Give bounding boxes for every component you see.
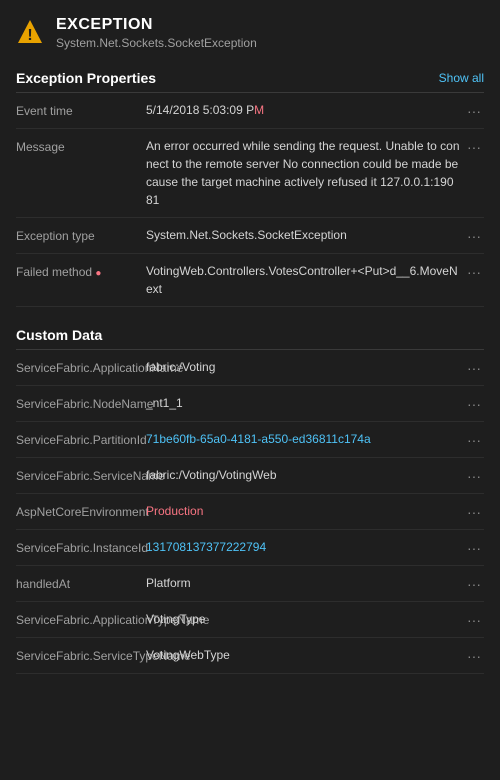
custom-data-title: Custom Data: [16, 327, 102, 343]
property-key-failedmethod: Failed method ●: [16, 262, 146, 281]
property-value-message: An error occurred while sending the requ…: [146, 137, 460, 209]
exception-properties-title: Exception Properties: [16, 70, 156, 86]
property-key-servicetypename: ServiceFabric.ServiceTypeName: [16, 646, 146, 665]
property-value-exceptiontype: System.Net.Sockets.SocketException: [146, 226, 460, 244]
header-text-block: EXCEPTION System.Net.Sockets.SocketExcep…: [56, 16, 257, 50]
table-row: ServiceFabric.ServiceTypeName VotingWebT…: [16, 638, 484, 674]
more-options-button[interactable]: ···: [460, 394, 484, 412]
property-value-nodename: _nt1_1: [146, 394, 460, 412]
more-options-button[interactable]: ···: [460, 646, 484, 664]
section-header-customdata: Custom Data: [16, 319, 484, 349]
property-value-instanceid: 131708137377222794: [146, 538, 460, 556]
property-value-appname: fabric:/Voting: [146, 358, 460, 376]
table-row: ServiceFabric.NodeName _nt1_1 ···: [16, 386, 484, 422]
custom-data-section: Custom Data ServiceFabric.ApplicationNam…: [0, 319, 500, 674]
property-value-eventtime: 5/14/2018 5:03:09 PM: [146, 101, 460, 119]
more-options-button[interactable]: ···: [460, 574, 484, 592]
warning-icon: !: [16, 18, 44, 46]
more-options-button[interactable]: ···: [460, 538, 484, 556]
section-header-exception: Exception Properties Show all: [16, 62, 484, 92]
property-key-message: Message: [16, 137, 146, 156]
table-row: Message An error occurred while sending …: [16, 129, 484, 218]
exception-header: ! EXCEPTION System.Net.Sockets.SocketExc…: [0, 0, 500, 62]
property-value-servicename: fabric:/Voting/VotingWeb: [146, 466, 460, 484]
table-row: Failed method ● VotingWeb.Controllers.Vo…: [16, 254, 484, 307]
exception-properties-section: Exception Properties Show all Event time…: [0, 62, 500, 307]
exception-subtitle: System.Net.Sockets.SocketException: [56, 36, 257, 50]
property-key-aspnetenv: AspNetCoreEnvironment: [16, 502, 146, 521]
table-row: ServiceFabric.InstanceId 131708137377222…: [16, 530, 484, 566]
more-options-button[interactable]: ···: [460, 466, 484, 484]
more-options-button[interactable]: ···: [460, 610, 484, 628]
table-row: ServiceFabric.PartitionId 71be60fb-65a0-…: [16, 422, 484, 458]
table-row: Event time 5/14/2018 5:03:09 PM ···: [16, 93, 484, 129]
property-key-partitionid: ServiceFabric.PartitionId: [16, 430, 146, 449]
table-row: AspNetCoreEnvironment Production ···: [16, 494, 484, 530]
property-value-handledat: Platform: [146, 574, 460, 592]
table-row: Exception type System.Net.Sockets.Socket…: [16, 218, 484, 254]
property-key-instanceid: ServiceFabric.InstanceId: [16, 538, 146, 557]
table-row: ServiceFabric.ApplicationName fabric:/Vo…: [16, 350, 484, 386]
property-value-aspnetenv: Production: [146, 502, 460, 520]
property-value-servicetypename: VotingWebType: [146, 646, 460, 664]
property-value-partitionid: 71be60fb-65a0-4181-a550-ed36811c174a: [146, 430, 460, 448]
property-value-failedmethod: VotingWeb.Controllers.VotesController+<P…: [146, 262, 460, 298]
svg-text:!: !: [27, 27, 32, 44]
property-key-nodename: ServiceFabric.NodeName: [16, 394, 146, 413]
more-options-button[interactable]: ···: [460, 502, 484, 520]
table-row: ServiceFabric.ApplicationTypeName Voting…: [16, 602, 484, 638]
more-options-button[interactable]: ···: [460, 101, 484, 119]
table-row: handledAt Platform ···: [16, 566, 484, 602]
property-key-apptypename: ServiceFabric.ApplicationTypeName: [16, 610, 146, 629]
show-all-link[interactable]: Show all: [439, 71, 484, 85]
more-options-button[interactable]: ···: [460, 226, 484, 244]
more-options-button[interactable]: ···: [460, 358, 484, 376]
property-key-eventtime: Event time: [16, 101, 146, 120]
more-options-button[interactable]: ···: [460, 262, 484, 280]
property-key-appname: ServiceFabric.ApplicationName: [16, 358, 146, 377]
more-options-button[interactable]: ···: [460, 137, 484, 155]
table-row: ServiceFabric.ServiceName fabric:/Voting…: [16, 458, 484, 494]
partition-id-link[interactable]: 71be60fb-65a0-4181-a550-ed36811c174a: [146, 432, 371, 446]
more-options-button[interactable]: ···: [460, 430, 484, 448]
property-key-servicename: ServiceFabric.ServiceName: [16, 466, 146, 485]
property-key-handledat: handledAt: [16, 574, 146, 593]
exception-title: EXCEPTION: [56, 16, 257, 34]
instance-id-link[interactable]: 131708137377222794: [146, 540, 266, 554]
property-key-exceptiontype: Exception type: [16, 226, 146, 245]
property-value-apptypename: VotingType: [146, 610, 460, 628]
